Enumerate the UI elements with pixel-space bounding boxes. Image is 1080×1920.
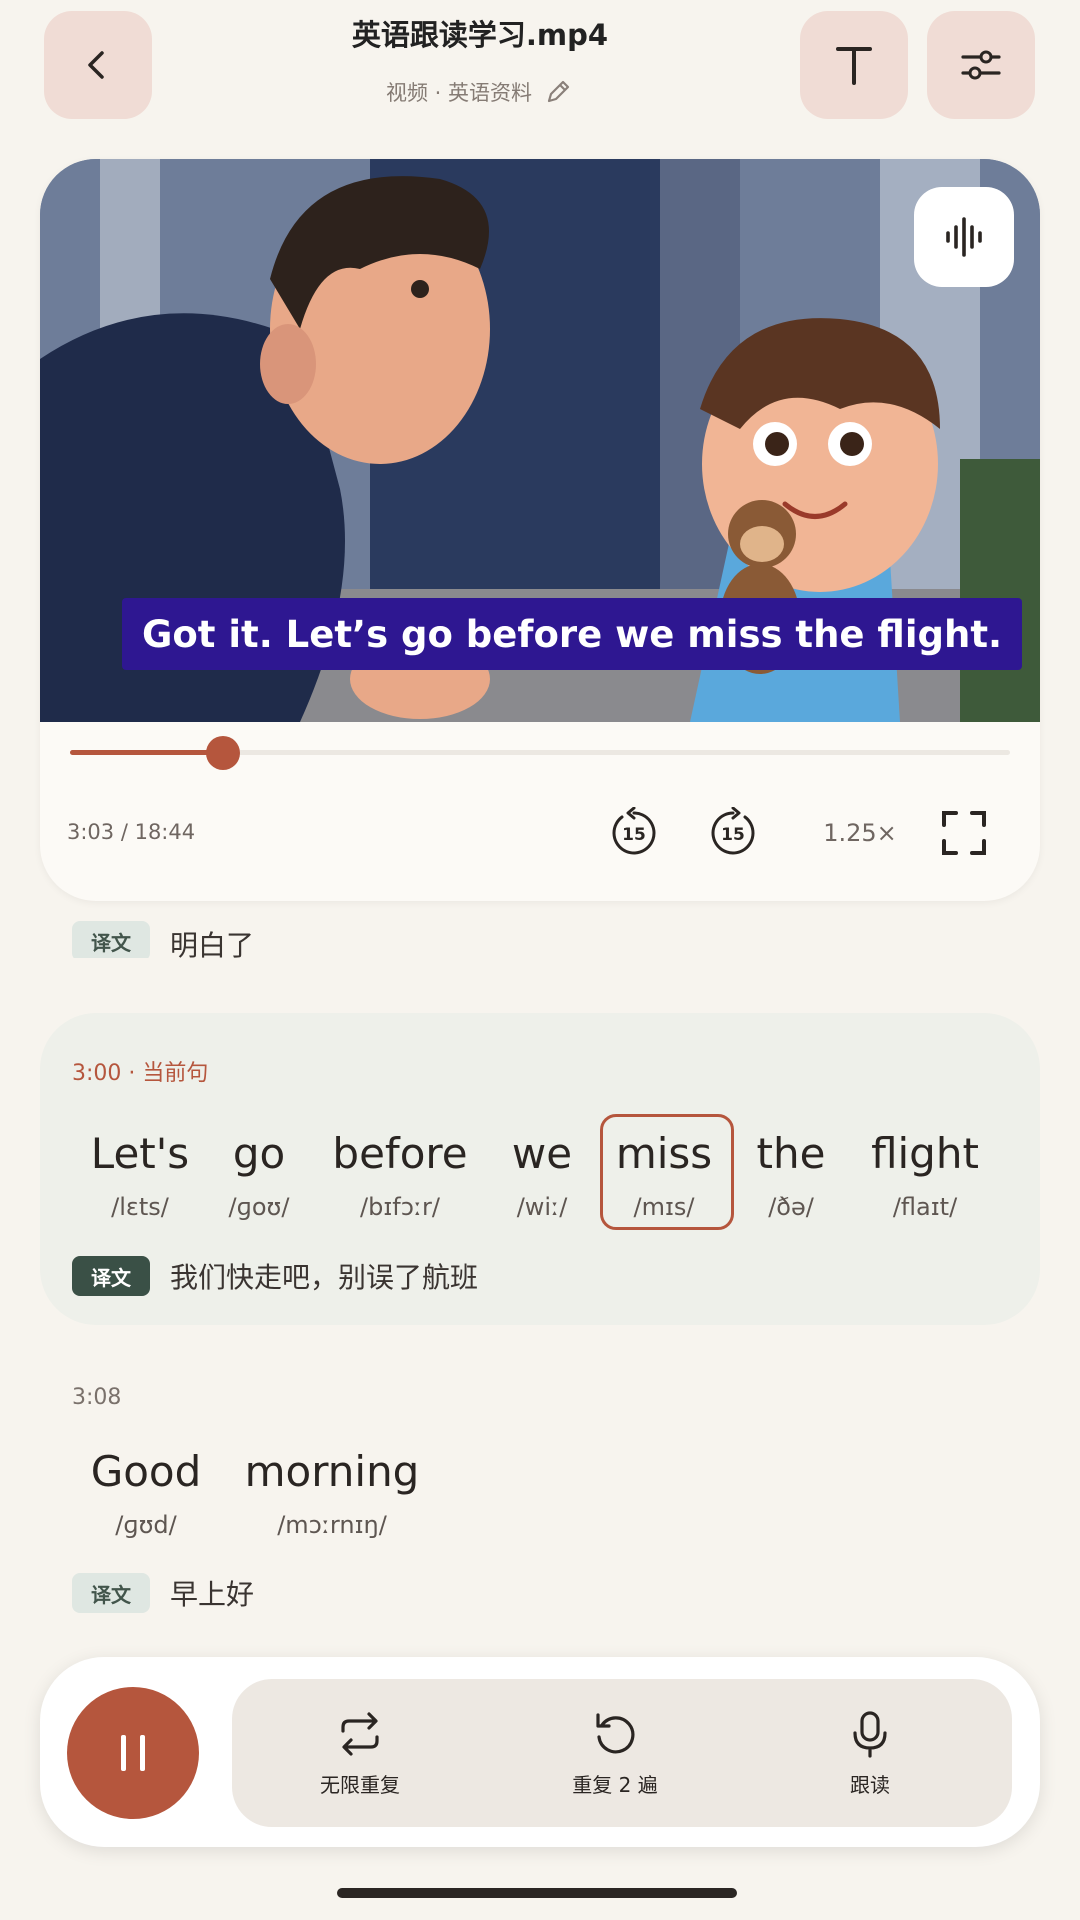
current-sentence-header: 3:00 · 当前句 <box>72 1055 208 1087</box>
forward-15-button[interactable]: 15 <box>705 805 761 861</box>
infinite-loop-button[interactable]: 无限重复 <box>260 1709 460 1798</box>
previous-sentence-translation: 译文 明白了 <box>72 921 472 958</box>
page-title: 英语跟读学习.mp4 <box>351 18 609 52</box>
microphone-icon <box>853 1711 887 1758</box>
settings-button[interactable] <box>927 11 1035 119</box>
video-subtitle: Got it. Let’s go before we miss the flig… <box>122 598 1023 670</box>
repeat-count-button[interactable]: 重复 2 遍 <box>515 1709 715 1798</box>
fullscreen-button[interactable] <box>936 805 992 861</box>
translation-tag: 译文 <box>72 921 150 958</box>
action-group: 无限重复 重复 2 遍 跟读 <box>232 1679 1012 1827</box>
chevron-left-icon <box>88 51 104 79</box>
word-token[interactable]: before /bɪfɔːr/ <box>325 1133 475 1222</box>
loop-icon <box>341 1712 379 1756</box>
shadowing-button[interactable]: 跟读 <box>770 1709 970 1798</box>
current-marker: · 当前句 <box>128 1061 209 1086</box>
sliders-icon <box>961 50 1001 80</box>
loop-label: 无限重复 <box>320 1773 400 1797</box>
repeat-label: 重复 2 遍 <box>572 1773 658 1797</box>
translation-tag: 译文 <box>72 1256 150 1296</box>
waveform-icon <box>946 217 982 257</box>
rewind-label: 15 <box>622 825 646 845</box>
subtitle-text: 视频 · 英语资料 <box>385 81 533 105</box>
word-token[interactable]: we /wiː/ <box>502 1133 582 1222</box>
word-token-highlighted[interactable]: miss /mɪs/ <box>609 1133 719 1222</box>
word-token[interactable]: morning /mɔːrnɪŋ/ <box>240 1451 424 1540</box>
shadow-label: 跟读 <box>850 1773 890 1797</box>
current-translation: 译文 我们快走吧，别误了航班 <box>72 1256 478 1296</box>
word-token[interactable]: flight /flaɪt/ <box>862 1133 988 1222</box>
forward-15-icon: 15 <box>711 807 755 855</box>
translation-text: 明白了 <box>170 929 255 958</box>
next-translation: 译文 早上好 <box>72 1573 254 1613</box>
edit-icon[interactable] <box>542 76 574 108</box>
page-subtitle: 视频 · 英语资料 <box>250 76 710 108</box>
fullscreen-icon <box>942 811 986 855</box>
text-format-icon <box>836 47 872 85</box>
progress-fill <box>70 750 223 755</box>
playback-time: 3:03 / 18:44 <box>67 820 196 844</box>
video-player[interactable]: Got it. Let’s go before we miss the flig… <box>40 159 1040 901</box>
playback-speed[interactable]: 1.25× <box>810 805 910 861</box>
word-token[interactable]: Let's /lɛts/ <box>80 1133 200 1222</box>
forward-label: 15 <box>721 825 745 845</box>
pause-icon <box>121 1735 145 1771</box>
word-token[interactable]: go /ɡoʊ/ <box>214 1133 304 1222</box>
translation-text: 早上好 <box>170 1578 255 1611</box>
back-button[interactable] <box>44 11 152 119</box>
progress-bar[interactable] <box>70 736 1010 770</box>
replay-icon <box>596 1713 635 1754</box>
pause-button[interactable] <box>67 1687 199 1819</box>
audio-mode-button[interactable] <box>914 187 1014 287</box>
translation-text: 我们快走吧，别误了航班 <box>170 1261 479 1294</box>
bottom-control-bar: 无限重复 重复 2 遍 跟读 <box>40 1657 1040 1847</box>
video-frame[interactable]: Got it. Let’s go before we miss the flig… <box>40 159 1040 722</box>
home-indicator <box>337 1888 737 1898</box>
sentence-time: 3:00 <box>72 1061 122 1086</box>
text-style-button[interactable] <box>800 11 908 119</box>
word-token[interactable]: Good /ɡʊd/ <box>86 1451 206 1540</box>
word-token[interactable]: the /ðə/ <box>746 1133 836 1222</box>
sentence-time: 3:08 <box>72 1385 122 1410</box>
rewind-15-icon: 15 <box>612 807 656 855</box>
rewind-15-button[interactable]: 15 <box>606 805 662 861</box>
progress-handle[interactable] <box>205 736 240 770</box>
translation-tag: 译文 <box>72 1573 150 1613</box>
